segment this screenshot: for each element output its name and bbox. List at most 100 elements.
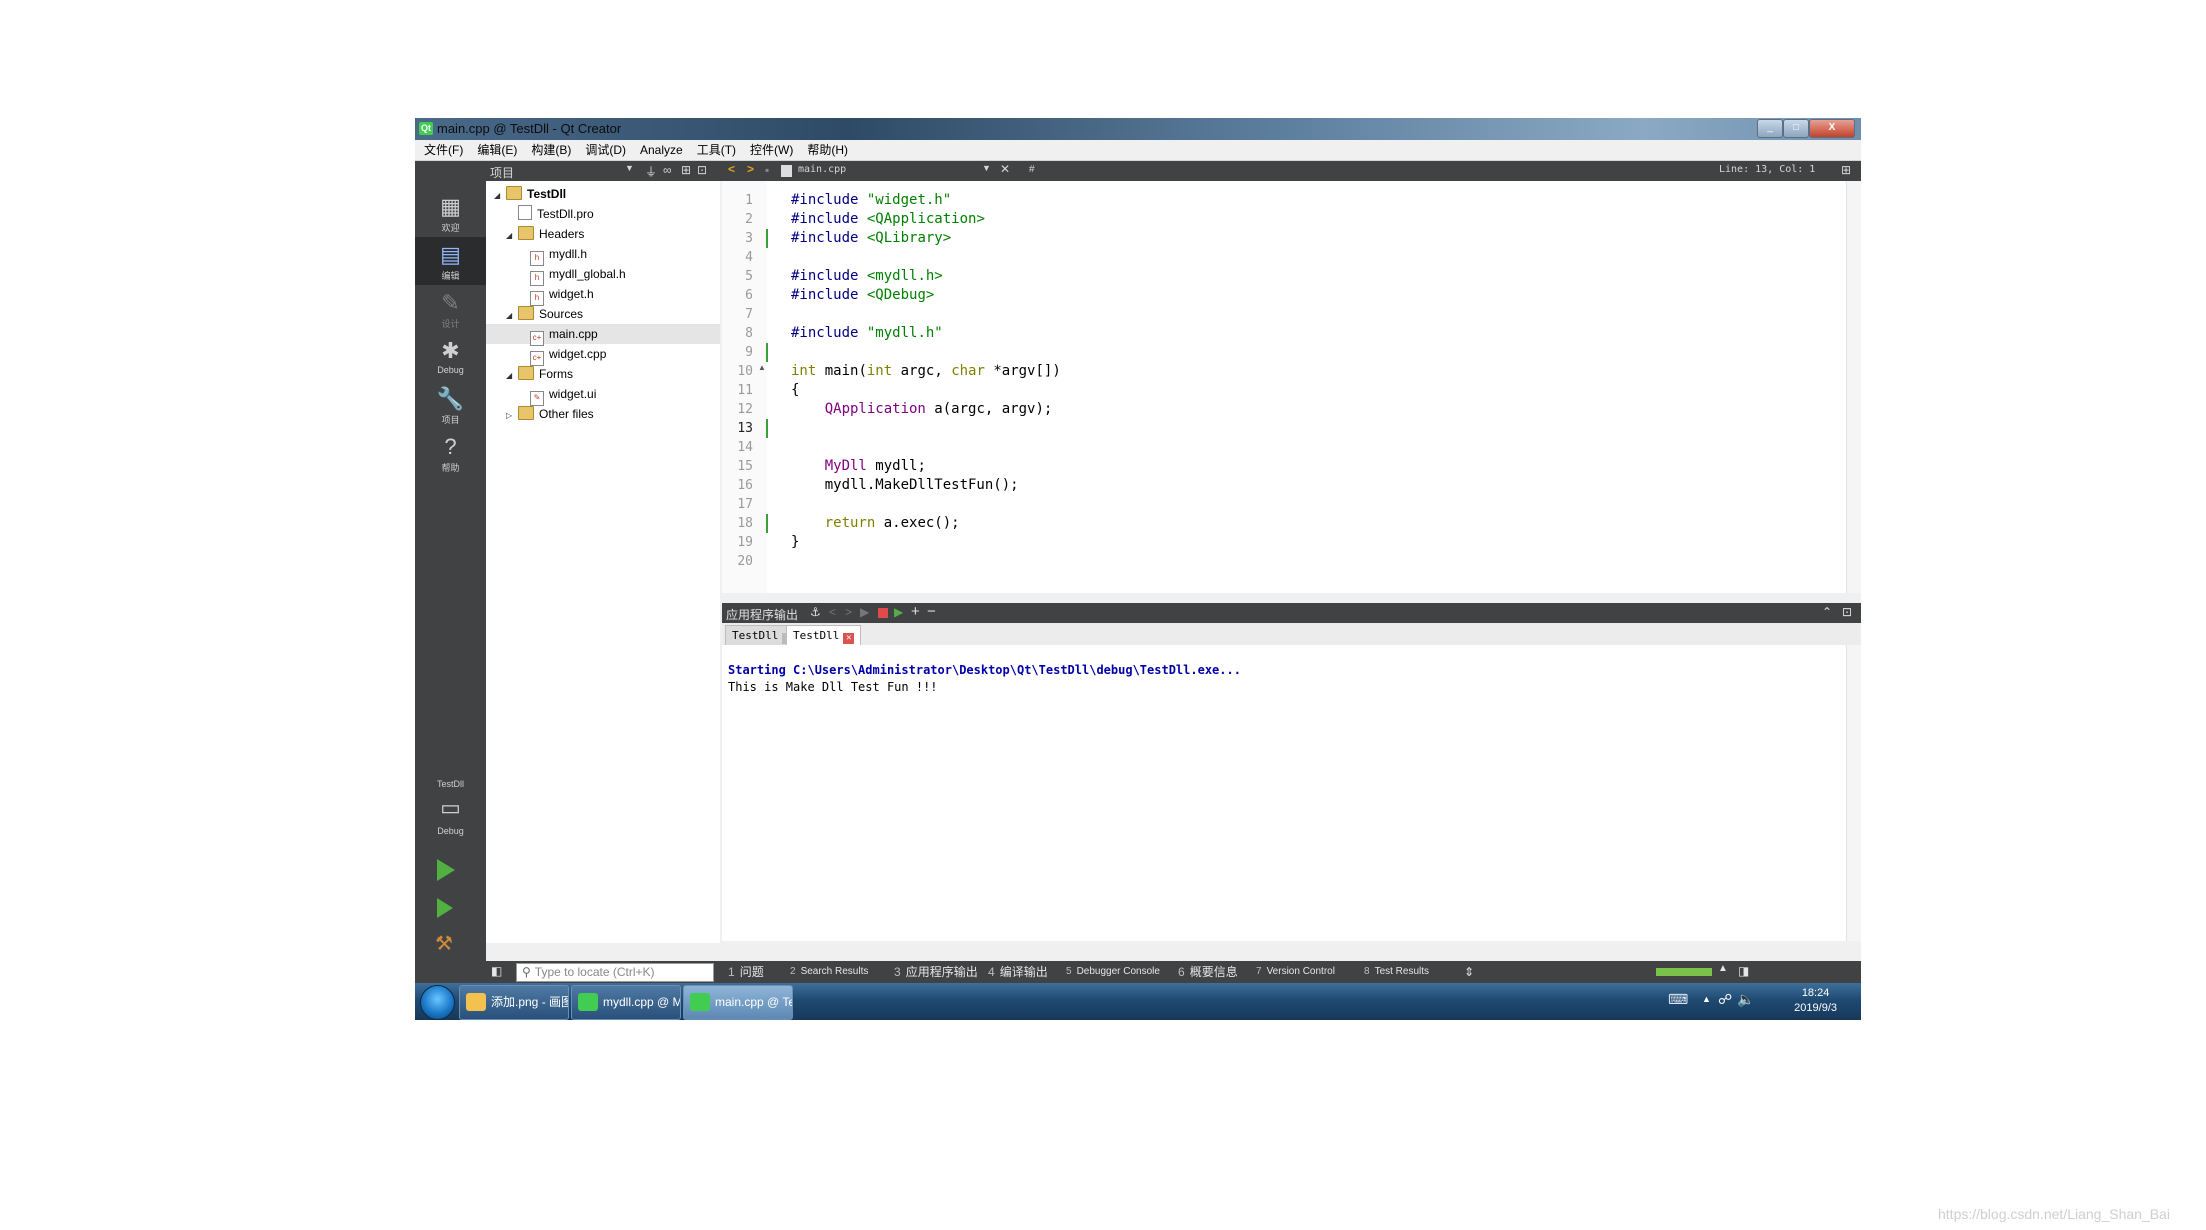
split-editor-icon[interactable]: ⊞ bbox=[1841, 163, 1851, 177]
link-icon[interactable]: ∞ bbox=[663, 163, 672, 177]
pane-button-7[interactable]: 7 Version Control bbox=[1256, 961, 1335, 983]
pane-button-2[interactable]: 2 Search Results bbox=[790, 961, 868, 983]
menu-debug[interactable]: 调试(D) bbox=[578, 140, 633, 160]
mode-welcome[interactable]: ▦ 欢迎 bbox=[415, 189, 486, 237]
tree-item-headers[interactable]: ◢ Headers bbox=[486, 224, 720, 244]
pane-button-1[interactable]: 1 问题 bbox=[728, 961, 764, 983]
debug-run-button[interactable] bbox=[437, 898, 453, 918]
code-line[interactable] bbox=[791, 305, 1061, 324]
mode-debug[interactable]: ✱ Debug bbox=[415, 333, 486, 381]
build-hammer-icon[interactable]: ⚒ bbox=[435, 931, 453, 956]
close-pane-icon[interactable]: ⊡ bbox=[697, 163, 707, 177]
tree-item-widget-ui[interactable]: ✎ widget.ui bbox=[486, 384, 720, 406]
expanded-arrow-icon[interactable]: ◢ bbox=[506, 226, 518, 246]
code-line[interactable]: } bbox=[791, 533, 1061, 552]
tree-item-widget-cpp[interactable]: c+ widget.cpp bbox=[486, 344, 720, 366]
code-line[interactable]: #include <mydll.h> bbox=[791, 267, 1061, 286]
tree-item-main-cpp[interactable]: c+ main.cpp bbox=[486, 324, 720, 346]
taskbar-button[interactable]: mydll.cpp @ My... bbox=[571, 985, 681, 1020]
code-line[interactable]: { bbox=[791, 381, 1061, 400]
menu-analyze[interactable]: Analyze bbox=[633, 140, 690, 160]
volume-icon[interactable]: 🔈 bbox=[1737, 991, 1754, 1008]
code-line[interactable]: MyDll mydll; bbox=[791, 457, 1061, 476]
split-icon[interactable]: ⊞ bbox=[681, 163, 691, 177]
editor-scrollbar[interactable] bbox=[1846, 181, 1861, 593]
close-tab-icon[interactable]: ✕ bbox=[843, 633, 855, 644]
tree-item-testdll-pro[interactable]: TestDll.pro bbox=[486, 204, 720, 224]
code-line[interactable]: int main(int argc, char *argv[]) bbox=[791, 362, 1061, 381]
kit-selector[interactable]: ▭ Debug bbox=[415, 795, 486, 836]
expand-icon[interactable]: ▲ bbox=[1718, 963, 1728, 974]
application-output[interactable]: Starting C:\Users\Administrator\Desktop\… bbox=[722, 645, 1861, 941]
start-button[interactable] bbox=[420, 985, 455, 1020]
tree-item-mydll-h[interactable]: h mydll.h bbox=[486, 244, 720, 266]
chevron-down-icon[interactable]: ▼ bbox=[625, 163, 634, 173]
code-line[interactable] bbox=[791, 248, 1061, 267]
code-line[interactable] bbox=[791, 343, 1061, 362]
code-line[interactable]: mydll.MakeDllTestFun(); bbox=[791, 476, 1061, 495]
mode-help[interactable]: ? 帮助 bbox=[415, 429, 486, 477]
close-pane-icon[interactable]: ⊡ bbox=[1842, 605, 1852, 619]
attach-icon[interactable]: ⚓ bbox=[810, 605, 821, 619]
fold-arrow-icon[interactable]: ▲ bbox=[758, 363, 766, 372]
keyboard-icon[interactable]: ⌨ bbox=[1668, 991, 1688, 1008]
code-text[interactable]: #include "widget.h" #include <QApplicatio… bbox=[791, 191, 1061, 571]
stop-icon[interactable] bbox=[878, 608, 888, 618]
code-line[interactable]: #include <QLibrary> bbox=[791, 229, 1061, 248]
mode-edit[interactable]: ▤ 编辑 bbox=[415, 237, 486, 285]
tree-item-widget-h[interactable]: h widget.h bbox=[486, 284, 720, 306]
symbol-selector[interactable]: # bbox=[1029, 164, 1035, 175]
expanded-arrow-icon[interactable]: ◢ bbox=[506, 306, 518, 326]
output-tab-active[interactable]: TestDll ✕ bbox=[786, 625, 862, 646]
code-line[interactable] bbox=[791, 419, 1061, 438]
mode-design[interactable]: ✎ 设计 bbox=[415, 285, 486, 333]
toggle-sidebar-icon[interactable]: ◧ bbox=[491, 964, 502, 978]
open-file-name[interactable]: main.cpp bbox=[798, 164, 846, 175]
maximize-button[interactable]: □ bbox=[1783, 119, 1809, 138]
code-line[interactable]: #include "widget.h" bbox=[791, 191, 1061, 210]
taskbar-button[interactable]: main.cpp @ Tes... bbox=[683, 985, 793, 1020]
tree-item-testdll[interactable]: ◢ TestDll bbox=[486, 184, 720, 204]
network-icon[interactable]: ☍ bbox=[1718, 991, 1732, 1008]
code-line[interactable]: #include <QApplication> bbox=[791, 210, 1061, 229]
close-document-icon[interactable]: ✕ bbox=[1000, 162, 1010, 176]
expanded-arrow-icon[interactable]: ◢ bbox=[494, 186, 506, 206]
code-editor[interactable]: 1 2 3 4 5 6 7 8 9 10 11 12 13 14 15 16 17 18 19 20 ▲ #inclu… bbox=[722, 181, 1861, 593]
clock[interactable]: 18:24 2019/9/3 bbox=[1794, 986, 1837, 1016]
collapsed-arrow-icon[interactable]: ▷ bbox=[506, 406, 518, 426]
pane-button-5[interactable]: 5 Debugger Console bbox=[1066, 961, 1160, 983]
back-arrow-icon[interactable]: < bbox=[728, 162, 735, 176]
pane-button-8[interactable]: 8 Test Results bbox=[1364, 961, 1429, 983]
code-line[interactable] bbox=[791, 495, 1061, 514]
menu-tools[interactable]: 工具(T) bbox=[690, 140, 743, 160]
tree-item-sources[interactable]: ◢ Sources bbox=[486, 304, 720, 324]
prev-icon[interactable]: < bbox=[829, 605, 836, 619]
zoom-in-icon[interactable]: + bbox=[911, 603, 920, 620]
output-scrollbar[interactable] bbox=[1846, 645, 1861, 941]
code-line[interactable]: QApplication a(argc, argv); bbox=[791, 400, 1061, 419]
pane-button-3[interactable]: 3 应用程序输出 bbox=[894, 961, 978, 983]
close-button[interactable]: X bbox=[1809, 119, 1855, 138]
next-icon[interactable]: > bbox=[845, 605, 852, 619]
pane-button-6[interactable]: 6 概要信息 bbox=[1178, 961, 1238, 983]
more-panes-icon[interactable]: ⇕ bbox=[1464, 961, 1474, 983]
project-view-selector[interactable]: 项目 bbox=[490, 164, 514, 181]
forward-arrow-icon[interactable]: > bbox=[747, 162, 754, 176]
menu-file[interactable]: 文件(F) bbox=[417, 140, 470, 160]
code-line[interactable] bbox=[791, 552, 1061, 571]
debug-icon[interactable]: ▶ bbox=[894, 605, 903, 619]
locate-input[interactable]: ⚲ Type to locate (Ctrl+K) bbox=[516, 963, 714, 982]
run-button[interactable] bbox=[437, 859, 455, 881]
rerun-icon[interactable]: ▶ bbox=[860, 605, 869, 619]
maximize-pane-icon[interactable]: ⌃ bbox=[1822, 605, 1832, 619]
code-line[interactable]: #include "mydll.h" bbox=[791, 324, 1061, 343]
tree-item-other-files[interactable]: ▷ Other files bbox=[486, 404, 720, 424]
minimize-button[interactable]: _ bbox=[1757, 119, 1783, 138]
menu-edit[interactable]: 编辑(E) bbox=[470, 140, 524, 160]
code-line[interactable]: return a.exec(); bbox=[791, 514, 1061, 533]
menu-widgets[interactable]: 控件(W) bbox=[743, 140, 800, 160]
tray-expand-icon[interactable]: ▲ bbox=[1702, 994, 1711, 1004]
chevron-down-icon[interactable]: ▼ bbox=[982, 163, 991, 173]
cursor-position[interactable]: Line: 13, Col: 1 bbox=[1719, 164, 1815, 175]
menu-build[interactable]: 构建(B) bbox=[524, 140, 578, 160]
